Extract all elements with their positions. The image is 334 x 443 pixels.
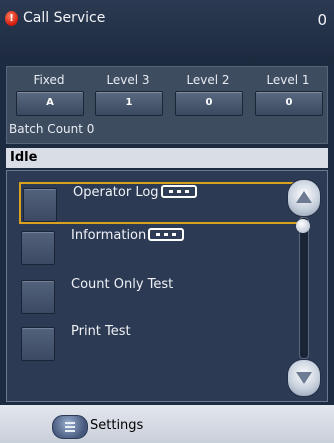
counter-button-level-3[interactable]: 1 bbox=[95, 91, 163, 116]
menu-item-button[interactable] bbox=[21, 327, 55, 361]
counter-button-fixed[interactable]: A bbox=[16, 91, 84, 116]
bottom-bar: Settings bbox=[0, 405, 334, 443]
counter-header-level-3: Level 3 bbox=[106, 73, 150, 87]
scroll-down-arrow-icon[interactable] bbox=[287, 359, 321, 397]
status-bar: Idle bbox=[6, 148, 328, 168]
counter-panel: Fixed Level 3 Level 2 Level 1 A 1 0 0 Ba… bbox=[6, 66, 328, 144]
menu-item-label: Operator Log bbox=[73, 185, 159, 200]
scroll-thumb[interactable] bbox=[296, 219, 310, 233]
list-icon bbox=[52, 415, 88, 439]
counter-button-level-2[interactable]: 0 bbox=[175, 91, 243, 116]
menu-item-button[interactable] bbox=[21, 280, 55, 314]
counter-header-fixed: Fixed bbox=[33, 73, 65, 87]
menu-item-information[interactable]: Information bbox=[19, 227, 303, 269]
settings-label: Settings bbox=[90, 418, 144, 433]
counter-header-level-2: Level 2 bbox=[186, 73, 230, 87]
top-bar: ! Call Service 0 bbox=[0, 0, 334, 58]
more-options-icon[interactable] bbox=[160, 185, 197, 198]
menu-item-operator-log[interactable]: Operator Log bbox=[19, 182, 303, 224]
scroll-up-arrow-icon[interactable] bbox=[287, 179, 321, 217]
counter-button-level-1[interactable]: 0 bbox=[255, 91, 323, 116]
menu-item-button[interactable] bbox=[21, 231, 55, 265]
menu-item-print-test[interactable]: Print Test bbox=[19, 323, 303, 365]
scroll-track[interactable] bbox=[299, 217, 309, 359]
batch-count: Batch Count 0 bbox=[9, 122, 95, 136]
menu-item-label: Information bbox=[71, 228, 147, 243]
menu-item-label: Count Only Test bbox=[71, 277, 174, 292]
menu-list: Operator Log Information Count Only Test… bbox=[6, 170, 328, 402]
menu-item-button[interactable] bbox=[23, 188, 57, 222]
more-options-icon[interactable] bbox=[148, 228, 185, 241]
call-service-label[interactable]: Call Service bbox=[23, 10, 105, 26]
menu-item-count-only-test[interactable]: Count Only Test bbox=[19, 276, 303, 318]
menu-item-label: Print Test bbox=[71, 324, 131, 339]
call-service-count: 0 bbox=[317, 11, 327, 29]
settings-button[interactable]: Settings bbox=[52, 415, 162, 439]
exclamation-icon[interactable]: ! bbox=[5, 11, 18, 26]
counter-header-level-1: Level 1 bbox=[266, 73, 310, 87]
